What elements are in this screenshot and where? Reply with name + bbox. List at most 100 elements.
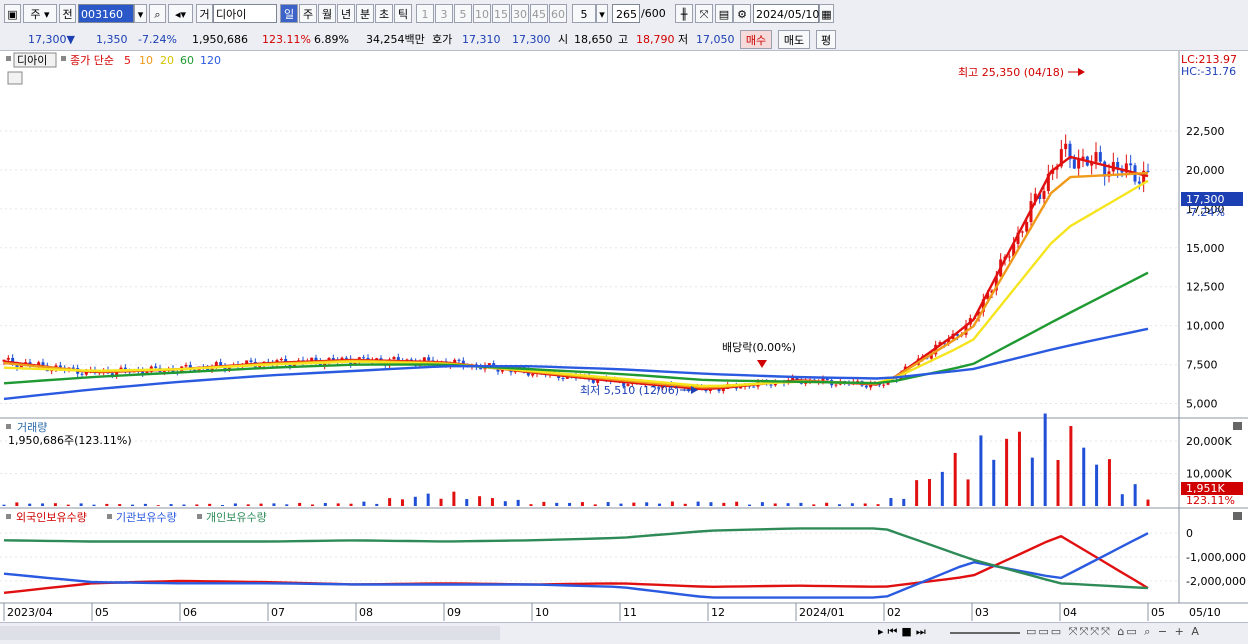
interval-value: 5 — [580, 8, 588, 21]
avg-button[interactable]: 평 — [816, 30, 836, 49]
volume-title: 거래량 — [17, 421, 47, 434]
prev-button[interactable]: 전 — [59, 4, 76, 23]
period-tab-5[interactable]: 초 — [375, 4, 393, 23]
volume-bar — [542, 501, 546, 506]
calendar-icon[interactable]: ▦ — [819, 4, 834, 23]
price-tick-label: 7,500 — [1186, 359, 1218, 372]
max-annotation: 최고 25,350 (04/18) — [958, 66, 1064, 79]
volume-bar — [169, 504, 173, 506]
holding-close-icon[interactable] — [1233, 512, 1242, 520]
period-tab-3[interactable]: 년 — [337, 4, 355, 23]
chart-tools-icons[interactable]: ▭▭▭ ⤧⤧⤧⤧ ⌂▭ ⌕ − + A — [1026, 625, 1201, 639]
date-input[interactable]: 2024/05/10 — [753, 4, 819, 23]
x-tick-label: 09 — [447, 606, 461, 619]
volume-bar — [323, 503, 327, 506]
volume-bar — [696, 501, 700, 506]
sell-button[interactable]: 매도 — [778, 30, 810, 49]
volume-bar — [1030, 457, 1034, 506]
volume-bar — [1069, 426, 1073, 506]
volume-bar — [233, 503, 237, 506]
search-icon[interactable]: ⌕ — [149, 4, 166, 23]
volume-bar — [375, 503, 379, 506]
candle-body — [1007, 256, 1011, 258]
volume-bar — [568, 502, 572, 506]
volume-bar — [966, 479, 970, 506]
table-icon[interactable] — [7, 71, 23, 85]
volume-bar — [28, 503, 32, 506]
x-tick-label: 06 — [183, 606, 197, 619]
window-icon[interactable]: ▣ — [4, 4, 21, 23]
volume-bar — [478, 496, 482, 506]
volume-bar — [452, 491, 456, 506]
scroll-controls-icon[interactable]: ▸⏮■⏭ — [878, 625, 930, 639]
volume-bar — [1017, 431, 1021, 506]
candle-body — [1077, 159, 1081, 169]
save-icon[interactable]: ▤ — [715, 4, 733, 23]
code-input[interactable]: 003160 — [78, 4, 134, 23]
speaker-icon[interactable]: ◂▾ — [168, 4, 193, 23]
buy-button[interactable]: 매수 — [740, 30, 772, 49]
current-price: 17,300▼ — [28, 33, 75, 46]
interval-dropdown-icon[interactable]: ▾ — [596, 4, 608, 23]
period-tab-2[interactable]: 월 — [318, 4, 336, 23]
interval-tab-7[interactable]: 60 — [549, 4, 567, 23]
stock-chart[interactable]: 5,0007,50010,00012,50015,00017,50020,000… — [0, 51, 1248, 622]
candle-body — [1137, 181, 1141, 184]
x-tick-label: 11 — [623, 606, 637, 619]
volume-bar — [221, 505, 225, 506]
horizontal-scrollbar[interactable] — [0, 626, 500, 640]
period-tab-1[interactable]: 주 — [299, 4, 317, 23]
period-tab-6[interactable]: 틱 — [394, 4, 412, 23]
period-tab-0[interactable]: 일 — [280, 4, 298, 23]
interval-tab-6[interactable]: 45 — [530, 4, 548, 23]
count-input[interactable]: 265 — [612, 4, 640, 23]
hoga-ask: 17,310 — [462, 33, 501, 46]
x-tick-label: 2023/04 — [7, 606, 53, 619]
volume-value-text: 1,950,686주(123.11%) — [8, 434, 132, 447]
zoom-slider[interactable] — [950, 632, 1020, 634]
volume-bar — [1133, 484, 1137, 506]
ma5-legend: 5 — [124, 54, 131, 67]
x-tick-label: 07 — [271, 606, 285, 619]
investor-button[interactable]: 거 — [196, 4, 213, 23]
code-dropdown-icon[interactable]: ▾ — [134, 4, 147, 23]
quote-info-bar: 17,300▼ 1,350 -7.24% 1,950,686 123.11% 6… — [0, 29, 1248, 51]
price-tick-label: 5,000 — [1186, 398, 1218, 411]
interval-tab-3[interactable]: 10 — [473, 4, 491, 23]
mode-select[interactable]: 주 ▾ — [23, 4, 57, 23]
period-tab-4[interactable]: 분 — [356, 4, 374, 23]
volume-bar — [748, 504, 752, 506]
interval-tab-2[interactable]: 5 — [454, 4, 472, 23]
interval-select[interactable]: 5 — [572, 4, 596, 23]
interval-tab-0[interactable]: 1 — [416, 4, 434, 23]
holding-tick-label: -2,000,000 — [1186, 575, 1246, 588]
stock-name-field[interactable]: 디아이 — [213, 4, 277, 23]
volume-bar — [927, 479, 931, 506]
volume-bar — [413, 496, 417, 506]
volume-bar — [658, 503, 662, 506]
volume-bar — [915, 480, 919, 506]
volume-close-icon[interactable] — [1233, 422, 1242, 430]
candle-type-icon[interactable]: ╫ — [675, 4, 693, 23]
volume-bar — [683, 503, 687, 506]
volume-bar — [79, 503, 83, 506]
interval-tab-4[interactable]: 15 — [492, 4, 510, 23]
volume-ratio: 123.11% — [262, 33, 311, 46]
volume-bar — [503, 501, 507, 506]
gear-icon[interactable]: ⚙ — [733, 4, 751, 23]
candle-body — [344, 357, 348, 359]
volume-bar — [246, 504, 250, 506]
x-tick-label: 08 — [359, 606, 373, 619]
volume-bar — [400, 499, 404, 506]
volume-bar — [195, 504, 199, 506]
volume-bar — [1095, 464, 1099, 506]
change-percent: -7.24% — [138, 33, 177, 46]
volume-bar — [529, 504, 533, 506]
volume-bar — [876, 504, 880, 506]
interval-tab-1[interactable]: 3 — [435, 4, 453, 23]
price-tick-label: 20,000 — [1186, 164, 1225, 177]
volume-bar — [285, 504, 289, 506]
price-tick-label: 15,000 — [1186, 242, 1225, 255]
indicator-icon[interactable]: ⤧ — [695, 4, 713, 23]
interval-tab-5[interactable]: 30 — [511, 4, 529, 23]
